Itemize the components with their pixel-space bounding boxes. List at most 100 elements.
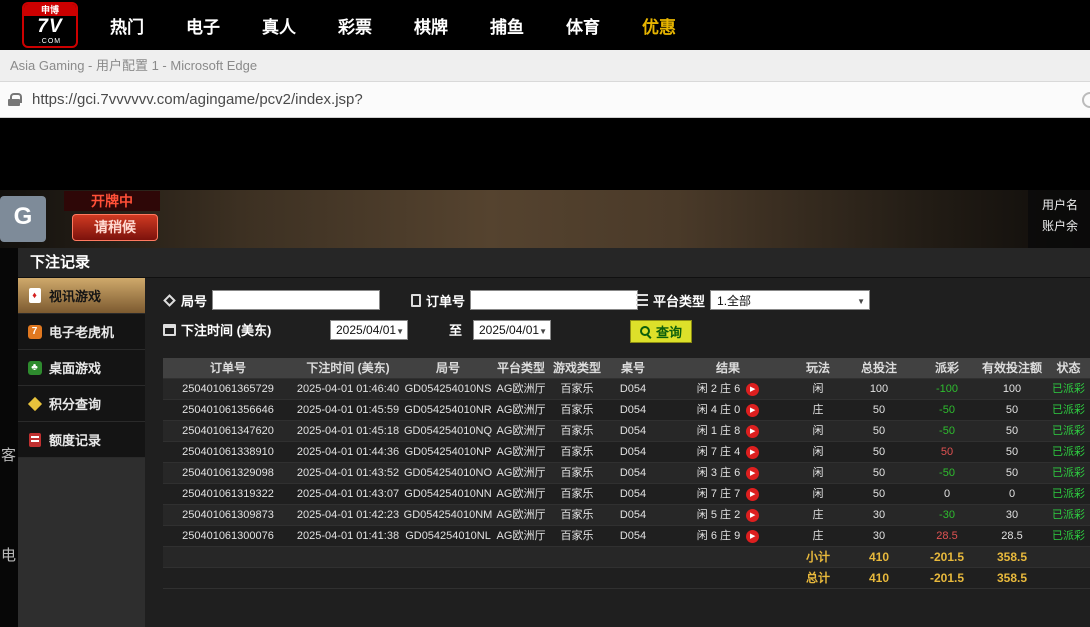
- sidebar-item-label: 桌面游戏: [49, 358, 101, 377]
- round-number-input[interactable]: [212, 290, 380, 310]
- username-label: 用户名: [1042, 195, 1090, 216]
- date-to-value: 2025/04/01: [479, 323, 539, 337]
- nav-item-slots[interactable]: 电子: [186, 13, 220, 38]
- cell-game: 百家乐: [549, 421, 605, 441]
- bet-records-table: 订单号 下注时间 (美东) 局号 平台类型 游戏类型 桌号 结果 玩法 总投注 …: [163, 358, 1090, 589]
- slot-machine-icon: 7: [27, 324, 42, 339]
- sidebar-item-table-games[interactable]: ♣ 桌面游戏: [18, 350, 145, 386]
- cell-order-id: 250401061365729: [163, 379, 293, 399]
- order-number-input[interactable]: [470, 290, 638, 310]
- subtotal-payout: -201.5: [917, 547, 977, 567]
- cell-payout: 0: [917, 484, 977, 504]
- cell-valid-bet: 0: [977, 484, 1047, 504]
- cell-valid-bet: 28.5: [977, 526, 1047, 546]
- calendar-icon: [163, 324, 176, 336]
- replay-play-icon[interactable]: [746, 404, 759, 417]
- nav-item-live[interactable]: 真人: [262, 13, 296, 38]
- page-background: [0, 118, 1090, 190]
- cell-status: 已派彩: [1047, 505, 1090, 525]
- cell-platform: AG欧洲厅: [493, 526, 549, 546]
- cell-bet: 闲: [795, 379, 841, 399]
- browser-profile-icon[interactable]: [1082, 92, 1090, 108]
- modal-body: ♦ 视讯游戏 7 电子老虎机 ♣ 桌面游戏 积分查询 额度记录: [18, 278, 1090, 627]
- cell-platform: AG欧洲厅: [493, 484, 549, 504]
- modal-title: 下注记录: [18, 248, 1090, 278]
- cell-valid-bet: 100: [977, 379, 1047, 399]
- chevron-down-icon: [396, 323, 404, 337]
- cell-payout: 28.5: [917, 526, 977, 546]
- cell-table-no: D054: [605, 463, 661, 483]
- list-icon: [636, 294, 648, 306]
- please-wait-button[interactable]: 请稍候: [72, 214, 158, 241]
- replay-play-icon[interactable]: [746, 383, 759, 396]
- cell-status: 已派彩: [1047, 421, 1090, 441]
- cell-bet: 庄: [795, 505, 841, 525]
- result-text: 闲 7 庄 7: [697, 488, 740, 500]
- platform-type-label: 平台类型: [653, 291, 705, 310]
- replay-play-icon[interactable]: [746, 467, 759, 480]
- cell-round: GD054254010NR: [403, 400, 493, 420]
- platform-type-select[interactable]: 1.全部: [710, 290, 870, 310]
- nav-item-promos[interactable]: 优惠: [642, 13, 676, 38]
- table-games-icon: ♣: [27, 360, 42, 375]
- cell-time: 2025-04-01 01:45:18: [293, 421, 403, 441]
- replay-play-icon[interactable]: [746, 530, 759, 543]
- sidebar-item-quota-records[interactable]: 额度记录: [18, 422, 145, 458]
- sidebar-item-points-query[interactable]: 积分查询: [18, 386, 145, 422]
- logo-bottom-text: .COM: [24, 37, 76, 46]
- nav-item-hot[interactable]: 热门: [110, 13, 144, 38]
- partial-glyph: 电: [1, 544, 16, 565]
- table-body: 2504010613657292025-04-01 01:46:40GD0542…: [163, 379, 1090, 547]
- cell-total-bet: 30: [841, 505, 917, 525]
- header-game-type: 游戏类型: [549, 358, 605, 378]
- cell-status: 已派彩: [1047, 400, 1090, 420]
- records-content: 局号 订单号 平台类型 1.全部: [145, 278, 1090, 627]
- cards-icon: ♦: [27, 288, 42, 303]
- replay-play-icon[interactable]: [746, 488, 759, 501]
- round-number-label: 局号: [181, 291, 207, 310]
- table-row: 2504010613566462025-04-01 01:45:59GD0542…: [163, 400, 1090, 421]
- order-number-filter: 订单号: [411, 290, 638, 310]
- cell-table-no: D054: [605, 505, 661, 525]
- replay-play-icon[interactable]: [746, 509, 759, 522]
- date-from-picker[interactable]: 2025/04/01: [330, 320, 408, 340]
- cell-result: 闲 1 庄 8: [661, 421, 795, 441]
- replay-play-icon[interactable]: [746, 425, 759, 438]
- nav-item-fishing[interactable]: 捕鱼: [490, 13, 524, 38]
- cell-status: 已派彩: [1047, 379, 1090, 399]
- table-header-row: 订单号 下注时间 (美东) 局号 平台类型 游戏类型 桌号 结果 玩法 总投注 …: [163, 358, 1090, 379]
- cell-table-no: D054: [605, 442, 661, 462]
- cell-total-bet: 50: [841, 442, 917, 462]
- date-from-value: 2025/04/01: [336, 323, 396, 337]
- cell-time: 2025-04-01 01:46:40: [293, 379, 403, 399]
- subtotal-row: 小计 410 -201.5 358.5: [163, 547, 1090, 568]
- logo-main-text: 7V: [24, 16, 76, 37]
- sidebar-item-slot-machines[interactable]: 7 电子老虎机: [18, 314, 145, 350]
- cell-platform: AG欧洲厅: [493, 379, 549, 399]
- cell-valid-bet: 50: [977, 442, 1047, 462]
- platform-type-value: 1.全部: [717, 292, 751, 309]
- site-logo[interactable]: 申博 7V .COM: [22, 2, 78, 48]
- cell-table-no: D054: [605, 526, 661, 546]
- search-button[interactable]: 查询: [630, 320, 692, 343]
- replay-play-icon[interactable]: [746, 446, 759, 459]
- user-info-panel: 用户名 账户余: [1028, 190, 1090, 248]
- nav-item-board[interactable]: 棋牌: [414, 13, 448, 38]
- game-background-strip: G 开牌中 请稍候 用户名 账户余: [0, 190, 1090, 248]
- browser-url-bar[interactable]: https://gci.7vvvvvv.com/agingame/pcv2/in…: [0, 82, 1090, 118]
- nav-item-lottery[interactable]: 彩票: [338, 13, 372, 38]
- cell-round: GD054254010NL: [403, 526, 493, 546]
- cell-result: 闲 7 庄 7: [661, 484, 795, 504]
- bet-records-modal: 下注记录 ♦ 视讯游戏 7 电子老虎机 ♣ 桌面游戏 积分查询: [18, 248, 1090, 627]
- sidebar-item-video-games[interactable]: ♦ 视讯游戏: [18, 278, 145, 314]
- asia-gaming-logo: G: [0, 196, 46, 242]
- sidebar-item-label: 电子老虎机: [49, 322, 114, 341]
- table-row: 2504010613193222025-04-01 01:43:07GD0542…: [163, 484, 1090, 505]
- cell-status: 已派彩: [1047, 484, 1090, 504]
- cell-valid-bet: 50: [977, 463, 1047, 483]
- date-to-picker[interactable]: 2025/04/01: [473, 320, 551, 340]
- nav-item-sports[interactable]: 体育: [566, 13, 600, 38]
- cell-status: 已派彩: [1047, 526, 1090, 546]
- nav-items: 热门 电子 真人 彩票 棋牌 捕鱼 体育 优惠: [110, 13, 676, 38]
- cell-table-no: D054: [605, 484, 661, 504]
